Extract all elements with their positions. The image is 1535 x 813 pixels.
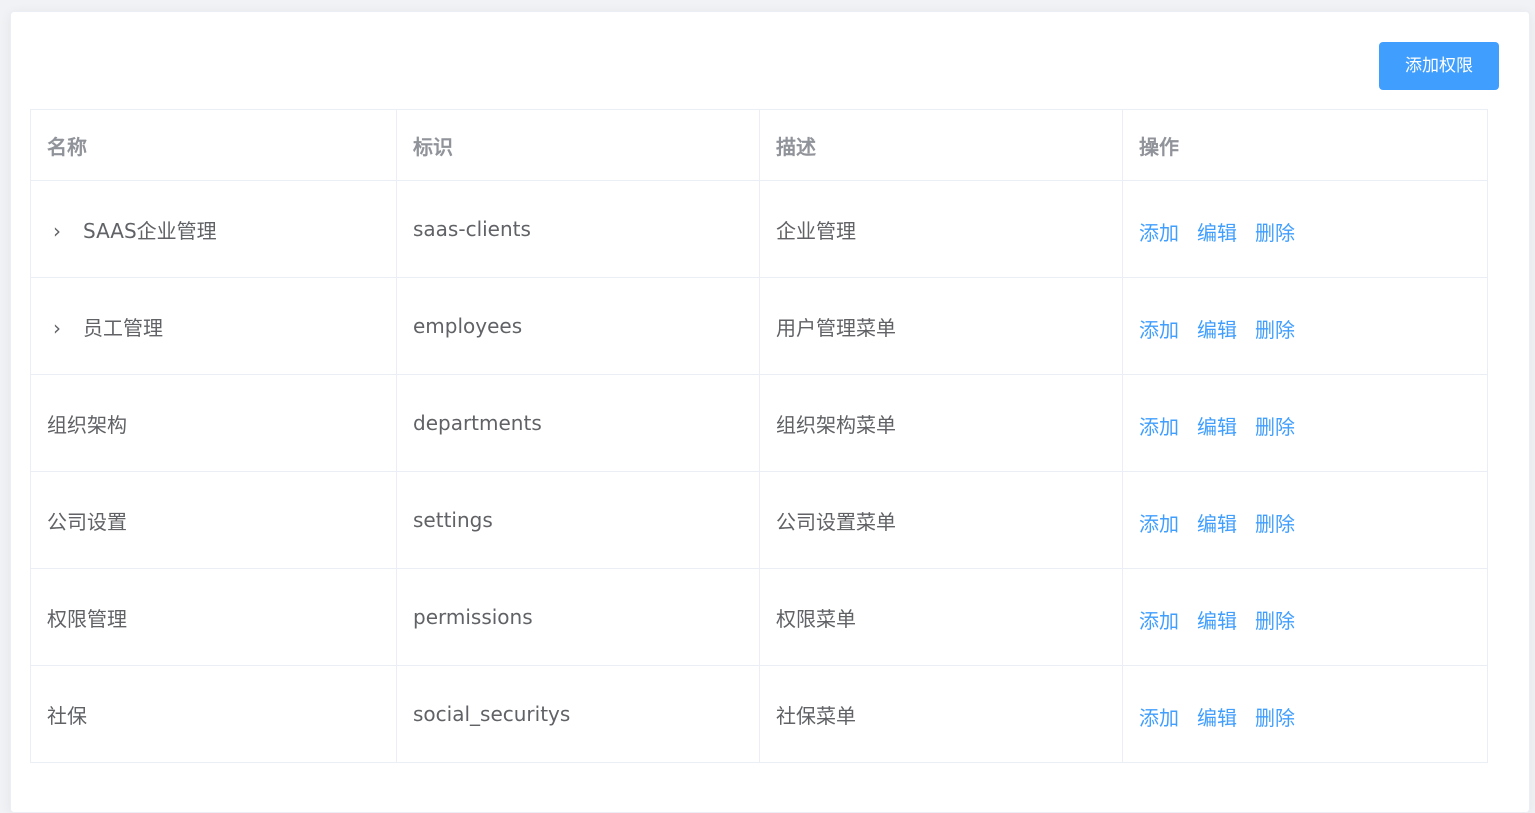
cell-ident: social_securitys	[396, 665, 760, 763]
add-link[interactable]: 添加	[1139, 605, 1179, 634]
add-link[interactable]: 添加	[1139, 314, 1179, 343]
add-link[interactable]: 添加	[1139, 508, 1179, 537]
cell-ops: 添加 编辑 删除	[1122, 471, 1488, 569]
table-row: 权限管理 permissions 权限菜单 添加 编辑 删除	[30, 568, 1488, 666]
table-row: 组织架构 departments 组织架构菜单 添加 编辑 删除	[30, 374, 1488, 472]
header-ident: 标识	[396, 109, 760, 181]
cell-ops: 添加 编辑 删除	[1122, 180, 1488, 278]
cell-name: › 员工管理	[30, 277, 397, 375]
cell-ops: 添加 编辑 删除	[1122, 665, 1488, 763]
row-name: 员工管理	[83, 315, 163, 340]
cell-ops: 添加 编辑 删除	[1122, 277, 1488, 375]
cell-desc: 公司设置菜单	[759, 471, 1123, 569]
header-desc: 描述	[759, 109, 1123, 181]
chevron-right-icon[interactable]: ›	[53, 219, 73, 243]
table-row: › SAAS企业管理 saas-clients 企业管理 添加 编辑 删除	[30, 180, 1488, 278]
add-link[interactable]: 添加	[1139, 411, 1179, 440]
cell-desc: 企业管理	[759, 180, 1123, 278]
delete-link[interactable]: 删除	[1255, 605, 1295, 634]
cell-ident: employees	[396, 277, 760, 375]
cell-ops: 添加 编辑 删除	[1122, 374, 1488, 472]
edit-link[interactable]: 编辑	[1197, 702, 1237, 731]
add-link[interactable]: 添加	[1139, 217, 1179, 246]
add-permission-button[interactable]: 添加权限	[1379, 42, 1499, 90]
edit-link[interactable]: 编辑	[1197, 605, 1237, 634]
cell-ident: settings	[396, 471, 760, 569]
cell-name: 公司设置	[30, 471, 397, 569]
table-row: › 员工管理 employees 用户管理菜单 添加 编辑 删除	[30, 277, 1488, 375]
header-name: 名称	[30, 109, 397, 181]
delete-link[interactable]: 删除	[1255, 217, 1295, 246]
cell-ops: 添加 编辑 删除	[1122, 568, 1488, 666]
cell-desc: 组织架构菜单	[759, 374, 1123, 472]
edit-link[interactable]: 编辑	[1197, 411, 1237, 440]
delete-link[interactable]: 删除	[1255, 314, 1295, 343]
delete-link[interactable]: 删除	[1255, 508, 1295, 537]
cell-name: › SAAS企业管理	[30, 180, 397, 278]
table-header-row: 名称 标识 描述 操作	[30, 109, 1488, 181]
cell-name: 社保	[30, 665, 397, 763]
toolbar: 添加权限	[11, 12, 1529, 112]
delete-link[interactable]: 删除	[1255, 411, 1295, 440]
edit-link[interactable]: 编辑	[1197, 508, 1237, 537]
edit-link[interactable]: 编辑	[1197, 314, 1237, 343]
edit-link[interactable]: 编辑	[1197, 217, 1237, 246]
header-ops: 操作	[1122, 109, 1488, 181]
table-row: 社保 social_securitys 社保菜单 添加 编辑 删除	[30, 665, 1488, 763]
cell-name: 权限管理	[30, 568, 397, 666]
cell-desc: 用户管理菜单	[759, 277, 1123, 375]
cell-ident: saas-clients	[396, 180, 760, 278]
delete-link[interactable]: 删除	[1255, 702, 1295, 731]
table-row: 公司设置 settings 公司设置菜单 添加 编辑 删除	[30, 471, 1488, 569]
cell-desc: 权限菜单	[759, 568, 1123, 666]
cell-desc: 社保菜单	[759, 665, 1123, 763]
cell-ident: departments	[396, 374, 760, 472]
permissions-table: 名称 标识 描述 操作 › SAAS企业管理 saas-clients 企业管理 …	[30, 109, 1488, 763]
chevron-right-icon[interactable]: ›	[53, 316, 73, 340]
add-link[interactable]: 添加	[1139, 702, 1179, 731]
cell-name: 组织架构	[30, 374, 397, 472]
row-name: SAAS企业管理	[83, 218, 217, 243]
cell-ident: permissions	[396, 568, 760, 666]
